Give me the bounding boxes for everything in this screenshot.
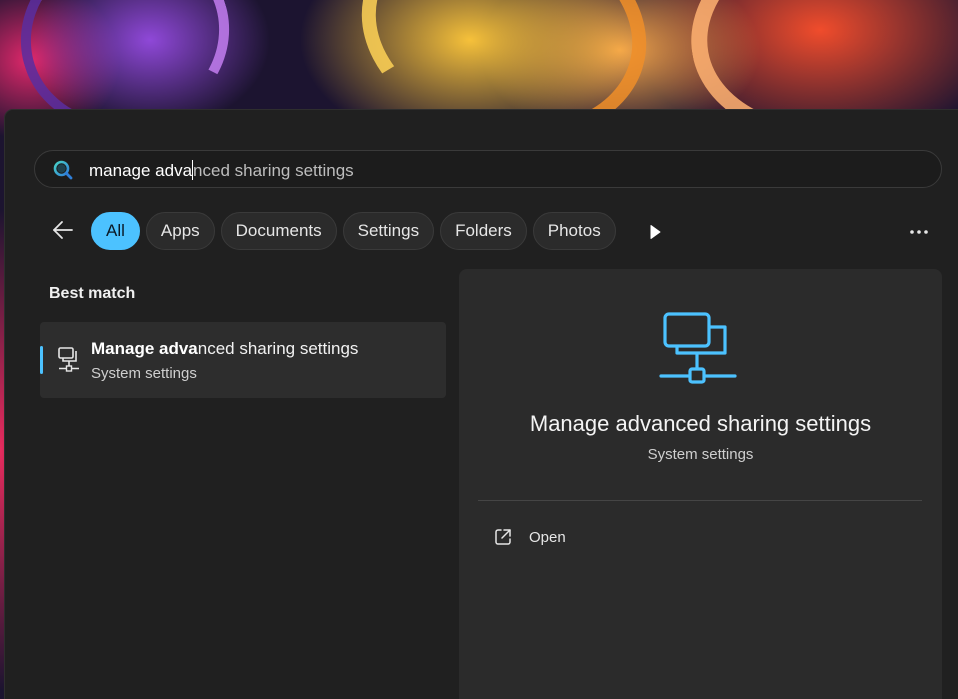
filter-all[interactable]: All (91, 212, 140, 250)
filter-documents[interactable]: Documents (220, 212, 337, 250)
filter-settings[interactable]: Settings (342, 212, 435, 250)
detail-subtitle: System settings (647, 446, 754, 463)
filter-folders[interactable]: Folders (440, 212, 527, 250)
network-share-icon (659, 312, 737, 384)
back-arrow-icon[interactable] (51, 218, 75, 242)
search-typed-text: manage adva (89, 161, 193, 180)
search-filter-tabs: All Apps Documents Settings Folders Phot… (91, 212, 616, 252)
open-external-icon (495, 529, 511, 545)
filter-photos[interactable]: Photos (532, 212, 616, 250)
selection-indicator (40, 346, 43, 374)
more-options-icon[interactable] (907, 222, 931, 242)
best-match-result[interactable]: Manage advanced sharing settings System … (40, 322, 446, 398)
start-search-panel: manage advanced sharing settings All App… (5, 110, 958, 699)
search-icon (53, 160, 73, 180)
result-detail-pane: Manage advanced sharing settings System … (459, 269, 942, 699)
divider (478, 500, 922, 501)
best-match-heading: Best match (49, 285, 136, 302)
filter-apps[interactable]: Apps (145, 212, 215, 250)
result-title-match: Manage adva (91, 339, 198, 358)
result-title: Manage advanced sharing settings (91, 339, 358, 359)
search-input[interactable]: manage advanced sharing settings (34, 150, 942, 188)
open-label: Open (529, 529, 566, 546)
result-title-rest: nced sharing settings (197, 339, 359, 358)
search-query[interactable]: manage advanced sharing settings (89, 160, 354, 181)
network-share-icon (58, 347, 79, 372)
play-icon[interactable] (645, 222, 665, 242)
search-autocomplete-text: nced sharing settings (193, 161, 354, 180)
detail-title: Manage advanced sharing settings (529, 411, 872, 436)
result-subtitle: System settings (91, 365, 197, 382)
open-button[interactable]: Open (479, 519, 779, 555)
